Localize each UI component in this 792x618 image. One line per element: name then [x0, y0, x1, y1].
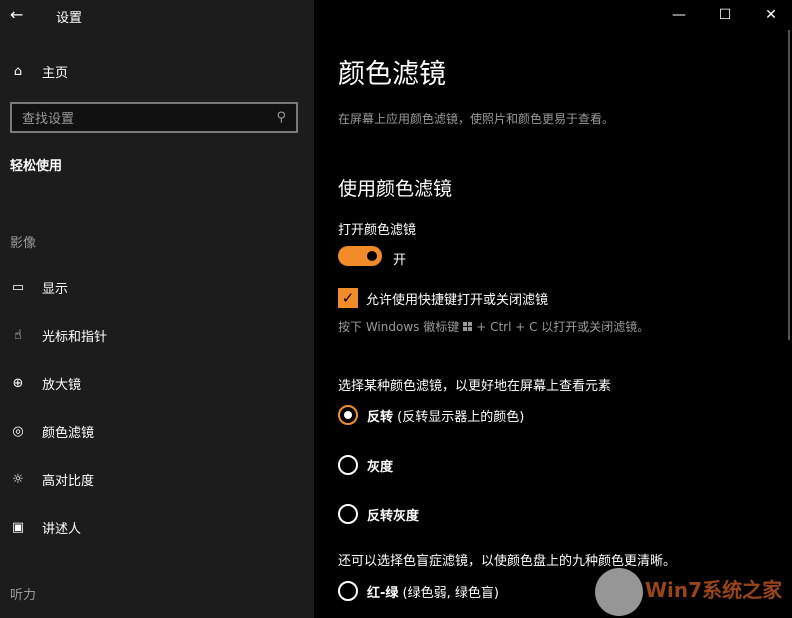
narrator-icon: ▣ — [11, 520, 25, 535]
main-content — [314, 0, 792, 618]
section-vision: 影像 — [10, 236, 37, 251]
close-button[interactable]: ✕ — [748, 0, 792, 30]
brightness-icon: ☼ — [12, 472, 24, 487]
radio-label: 红-绿 — [367, 585, 399, 601]
radio-invert[interactable]: 反转 (反转显示器上的颜色) — [338, 405, 524, 425]
radio-label: 灰度 — [367, 459, 394, 475]
radio-grayscale[interactable]: 灰度 — [338, 455, 393, 475]
palette-icon: ◎ — [12, 424, 24, 439]
item-label: 显示 — [42, 282, 69, 297]
search-input[interactable]: 查找设置 ⚲ — [10, 102, 298, 133]
pointer-icon: ☝ — [14, 328, 22, 343]
sidebar-item-display[interactable]: ▭ 显示 — [10, 278, 68, 297]
item-label: 颜色滤镜 — [42, 426, 95, 441]
sidebar-item-magnifier[interactable]: ⊕ 放大镜 — [10, 374, 81, 393]
scrollbar[interactable] — [788, 30, 790, 340]
radio-note: (反转显示器上的颜色) — [397, 409, 525, 425]
minimize-button[interactable]: — — [656, 0, 702, 30]
monitor-icon: ▭ — [11, 280, 25, 295]
window-title: 设置 — [56, 11, 83, 26]
item-label: 高对比度 — [42, 474, 95, 489]
sidebar-item-cursor[interactable]: ☝ 光标和指针 — [10, 326, 107, 345]
maximize-button[interactable]: ☐ — [702, 0, 748, 30]
watermark-text: Win7系统之家 — [645, 578, 783, 602]
magnifier-icon: ⊕ — [12, 376, 24, 391]
sidebar: ← 设置 ⌂ 主页 查找设置 ⚲ 轻松使用 影像 ▭ 显示 ☝ 光标和指针 ⊕ 放大镜 … — [0, 0, 314, 618]
sidebar-item-narrator[interactable]: ▣ 讲述人 — [10, 518, 81, 537]
toggle-state: 开 — [393, 253, 407, 268]
radio-inverted-grayscale[interactable]: 反转灰度 — [338, 504, 419, 524]
category-title: 轻松使用 — [10, 159, 63, 174]
shortcut-checkbox[interactable]: ✓ — [338, 288, 358, 308]
colorblind-prompt: 还可以选择色盲症滤镜，以使颜色盘上的九种颜色更清晰。 — [338, 554, 677, 569]
sidebar-home[interactable]: ⌂ 主页 — [10, 62, 68, 81]
section-title: 使用颜色滤镜 — [338, 178, 453, 200]
sidebar-item-color-filters[interactable]: ◎ 颜色滤镜 — [10, 422, 94, 441]
search-placeholder: 查找设置 — [22, 112, 75, 127]
radio-label: 反转 — [367, 409, 394, 425]
radio-red-green[interactable]: 红-绿 (绿色弱, 绿色盲) — [338, 581, 499, 601]
home-icon: ⌂ — [13, 64, 23, 79]
page-title: 颜色滤镜 — [338, 59, 446, 90]
radio-circle — [338, 455, 358, 475]
radio-circle — [338, 581, 358, 601]
color-filter-toggle[interactable] — [338, 246, 382, 266]
windows-logo-icon — [463, 322, 473, 331]
radio-note: (绿色弱, 绿色盲) — [402, 585, 499, 601]
item-label: 讲述人 — [42, 522, 82, 537]
shortcut-label: 允许使用快捷键打开或关闭滤镜 — [366, 293, 549, 308]
hint-pre: 按下 Windows 徽标键 — [338, 320, 460, 334]
item-label: 光标和指针 — [42, 330, 108, 345]
radio-circle — [338, 504, 358, 524]
radio-label: 反转灰度 — [367, 508, 420, 524]
back-button[interactable]: ← — [10, 5, 23, 24]
filter-prompt: 选择某种颜色滤镜，以更好地在屏幕上查看元素 — [338, 379, 612, 394]
shortcut-hint: 按下 Windows 徽标键 + Ctrl + C 以打开或关闭滤镜。 — [338, 318, 649, 335]
toggle-label: 打开颜色滤镜 — [338, 223, 417, 238]
item-label: 放大镜 — [42, 378, 82, 393]
home-label: 主页 — [42, 66, 69, 81]
search-icon: ⚲ — [276, 110, 286, 125]
radio-circle — [338, 405, 358, 425]
page-description: 在屏幕上应用颜色滤镜，使照片和颜色更易于查看。 — [338, 112, 615, 126]
sidebar-item-high-contrast[interactable]: ☼ 高对比度 — [10, 470, 94, 489]
hint-post: + Ctrl + C 以打开或关闭滤镜。 — [476, 320, 650, 334]
watermark-logo-icon — [595, 568, 643, 616]
section-hearing: 听力 — [10, 588, 37, 603]
